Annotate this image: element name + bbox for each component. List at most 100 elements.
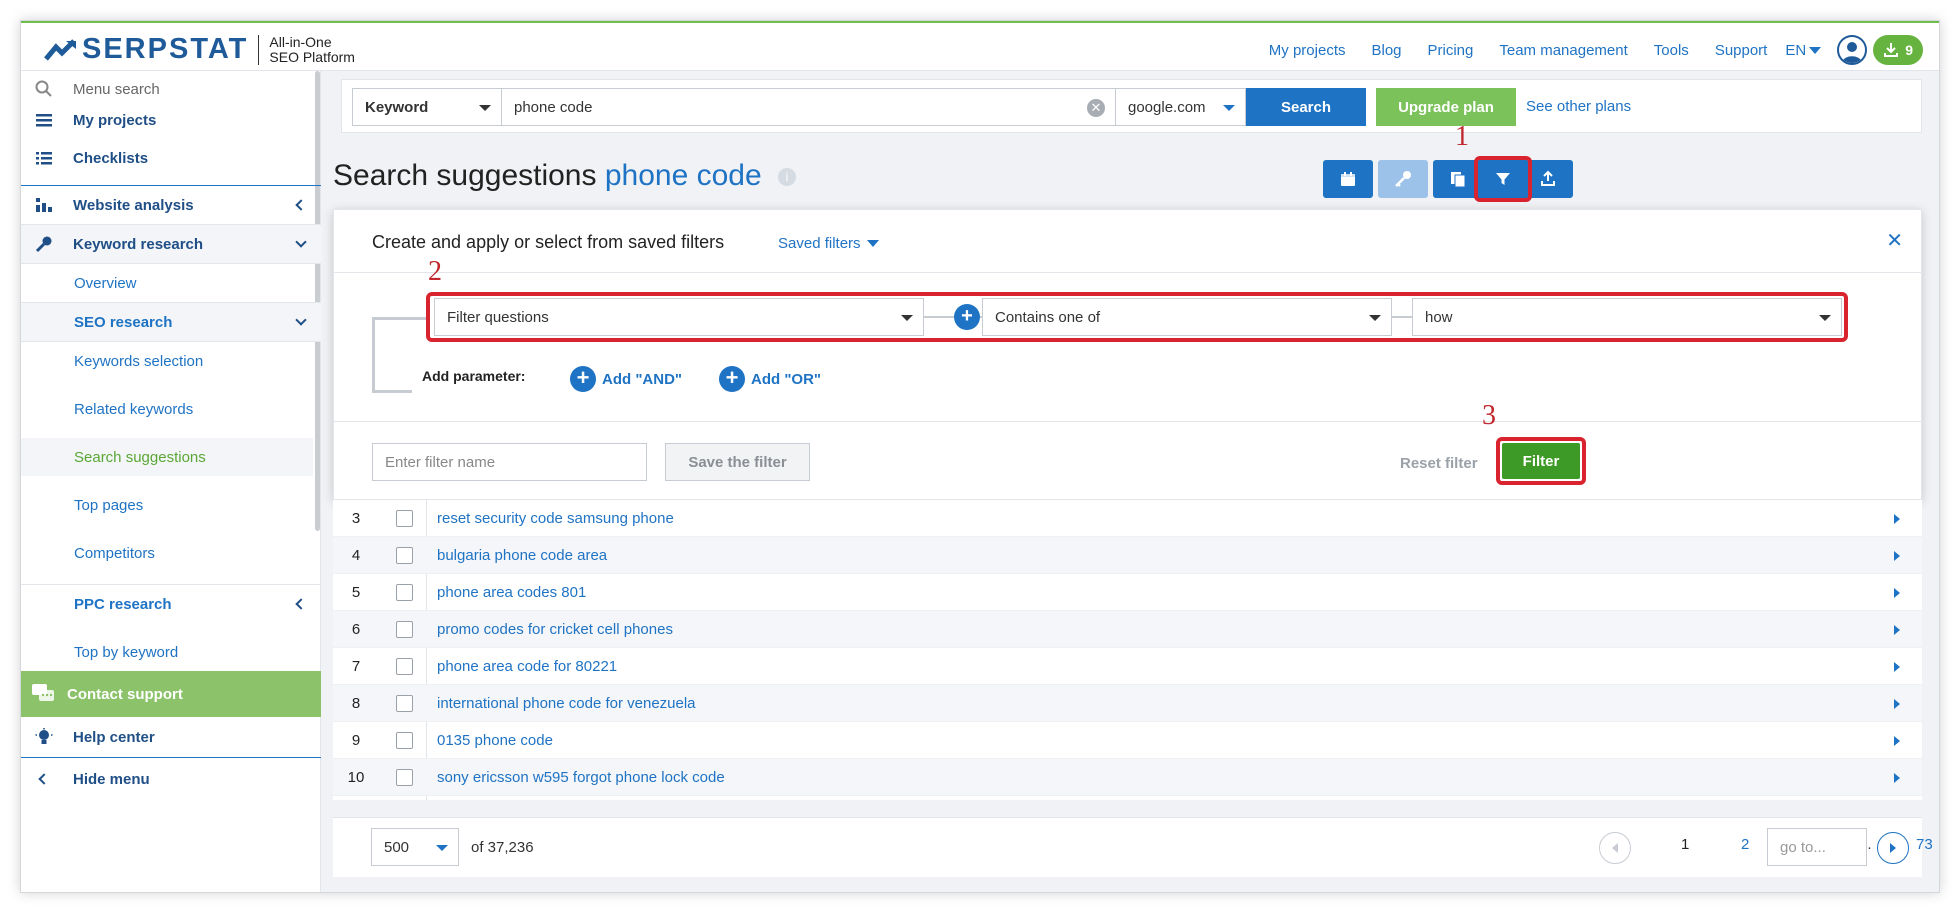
- copy-icon: [1451, 172, 1466, 188]
- expand-arrow-icon[interactable]: [1894, 662, 1900, 672]
- saved-filters-dropdown[interactable]: Saved filters: [778, 235, 879, 252]
- row-keyword-link[interactable]: promo codes for cricket cell phones: [437, 621, 673, 638]
- saved-filters-label: Saved filters: [778, 235, 861, 252]
- table-row: 10 sony ericsson w595 forgot phone lock …: [333, 759, 1922, 796]
- tagline-line-1: All-in-One: [269, 33, 332, 50]
- search-icon: [35, 80, 52, 97]
- row-number: 7: [351, 657, 361, 675]
- menu-search[interactable]: Menu search: [21, 75, 313, 103]
- sidebar-item-website-analysis[interactable]: Website analysis: [21, 186, 321, 224]
- clear-icon[interactable]: ✕: [1087, 99, 1105, 117]
- goto-page-input[interactable]: go to...: [1767, 828, 1867, 866]
- lightbulb-icon: [35, 728, 53, 744]
- sidebar-scrollbar[interactable]: [315, 71, 320, 531]
- save-filter-button[interactable]: Save the filter: [665, 443, 810, 481]
- row-keyword-link[interactable]: international phone code for venezuela: [437, 695, 696, 712]
- page-title: Search suggestions phone code i: [333, 159, 796, 193]
- page-2[interactable]: 2: [1741, 836, 1749, 853]
- expand-arrow-icon[interactable]: [1894, 551, 1900, 561]
- see-other-plans-link[interactable]: See other plans: [1526, 98, 1631, 115]
- row-checkbox[interactable]: [396, 583, 413, 601]
- add-and-label: Add "AND": [602, 370, 683, 388]
- sidebar: Menu search My projects Checklists Websi…: [21, 71, 321, 892]
- row-checkbox[interactable]: [396, 546, 413, 564]
- expand-arrow-icon[interactable]: [1894, 736, 1900, 746]
- row-keyword-link[interactable]: phone area code for 80221: [437, 658, 617, 675]
- reset-filter-button[interactable]: Reset filter: [1400, 455, 1478, 472]
- nav-pricing[interactable]: Pricing: [1428, 42, 1474, 59]
- chat-icon: [32, 684, 54, 701]
- sidebar-item-keyword-research[interactable]: Keyword research: [21, 225, 321, 263]
- hide-menu-button[interactable]: Hide menu: [21, 759, 313, 799]
- row-checkbox[interactable]: [396, 657, 413, 675]
- row-keyword-link[interactable]: 0135 phone code: [437, 732, 553, 749]
- row-keyword-link[interactable]: sony ericsson w595 forgot phone lock cod…: [437, 769, 725, 786]
- row-checkbox[interactable]: [396, 731, 413, 749]
- sidebar-item-top-pages[interactable]: Top pages: [21, 486, 313, 524]
- row-keyword-link[interactable]: phone area codes 801: [437, 584, 586, 601]
- sidebar-item-checklists[interactable]: Checklists: [21, 139, 313, 177]
- contact-support-label: Contact support: [67, 685, 183, 703]
- contact-support-button[interactable]: Contact support: [21, 671, 321, 717]
- user-avatar-icon[interactable]: [1837, 35, 1868, 65]
- add-or-button[interactable]: + Add "OR": [719, 366, 821, 392]
- search-type-value: Keyword: [365, 98, 429, 116]
- info-icon[interactable]: i: [778, 168, 796, 187]
- row-keyword-link[interactable]: bulgaria phone code area: [437, 547, 607, 564]
- sidebar-item-search-suggestions[interactable]: Search suggestions: [21, 438, 313, 476]
- sidebar-item-ppc-research[interactable]: PPC research: [21, 585, 321, 623]
- language-select[interactable]: EN: [1785, 42, 1822, 59]
- expand-arrow-icon[interactable]: [1894, 699, 1900, 709]
- row-checkbox[interactable]: [396, 694, 413, 712]
- sidebar-item-keywords-selection[interactable]: Keywords selection: [21, 342, 313, 380]
- row-number: 3: [351, 509, 361, 527]
- per-page-select[interactable]: 500: [371, 828, 459, 866]
- checklist-icon: [36, 152, 52, 165]
- search-button[interactable]: Search: [1246, 88, 1366, 126]
- expand-arrow-icon[interactable]: [1894, 588, 1900, 598]
- add-and-button[interactable]: + Add "AND": [570, 366, 682, 392]
- sidebar-item-related-keywords[interactable]: Related keywords: [21, 390, 313, 428]
- expand-arrow-icon[interactable]: [1894, 625, 1900, 635]
- competitors-label: Competitors: [74, 544, 155, 562]
- search-engine-select[interactable]: google.com: [1115, 88, 1246, 126]
- row-checkbox[interactable]: [396, 768, 413, 786]
- key-icon: [1395, 171, 1411, 187]
- nav-tools[interactable]: Tools: [1654, 42, 1689, 59]
- page-1[interactable]: 1: [1681, 836, 1689, 853]
- page-73[interactable]: 73: [1916, 836, 1933, 853]
- keyword-button[interactable]: [1378, 160, 1428, 198]
- app-window: SERPSTAT All-in-One SEO Platform My proj…: [20, 20, 1940, 893]
- caret-down-icon: [436, 845, 448, 851]
- next-page-button[interactable]: [1877, 832, 1909, 864]
- table-row: 5 phone area codes 801: [333, 574, 1922, 611]
- row-checkbox[interactable]: [396, 620, 413, 638]
- sidebar-item-top-by-keyword[interactable]: Top by keyword: [21, 633, 313, 671]
- serpstat-logo[interactable]: SERPSTAT All-in-One SEO Platform: [44, 33, 355, 66]
- sidebar-divider: [21, 757, 321, 758]
- sidebar-item-my-projects[interactable]: My projects: [21, 101, 313, 139]
- downloads-count: 9: [1905, 42, 1913, 58]
- row-checkbox[interactable]: [396, 509, 413, 527]
- nav-blog[interactable]: Blog: [1371, 42, 1401, 59]
- upgrade-plan-button[interactable]: Upgrade plan: [1376, 88, 1516, 126]
- nav-support[interactable]: Support: [1715, 42, 1768, 59]
- sidebar-item-help-center[interactable]: Help center: [21, 717, 313, 757]
- row-keyword-link[interactable]: reset security code samsung phone: [437, 510, 674, 527]
- search-input[interactable]: phone code ✕: [501, 88, 1116, 126]
- expand-arrow-icon[interactable]: [1894, 514, 1900, 524]
- prev-page-button[interactable]: [1599, 832, 1631, 864]
- search-query-text: phone code: [514, 98, 593, 116]
- search-type-select[interactable]: Keyword: [352, 88, 502, 126]
- nav-team-management[interactable]: Team management: [1499, 42, 1627, 59]
- sidebar-item-competitors[interactable]: Competitors: [21, 534, 313, 572]
- sidebar-item-overview[interactable]: Overview: [21, 264, 313, 302]
- expand-arrow-icon[interactable]: [1894, 773, 1900, 783]
- sidebar-item-seo-research[interactable]: SEO research: [21, 303, 321, 341]
- nav-my-projects[interactable]: My projects: [1269, 42, 1346, 59]
- chevron-down-icon: [295, 236, 307, 248]
- calendar-button[interactable]: [1323, 160, 1373, 198]
- downloads-badge[interactable]: 9: [1873, 35, 1923, 65]
- close-icon[interactable]: ✕: [1886, 228, 1903, 253]
- filter-name-input[interactable]: Enter filter name: [372, 443, 647, 481]
